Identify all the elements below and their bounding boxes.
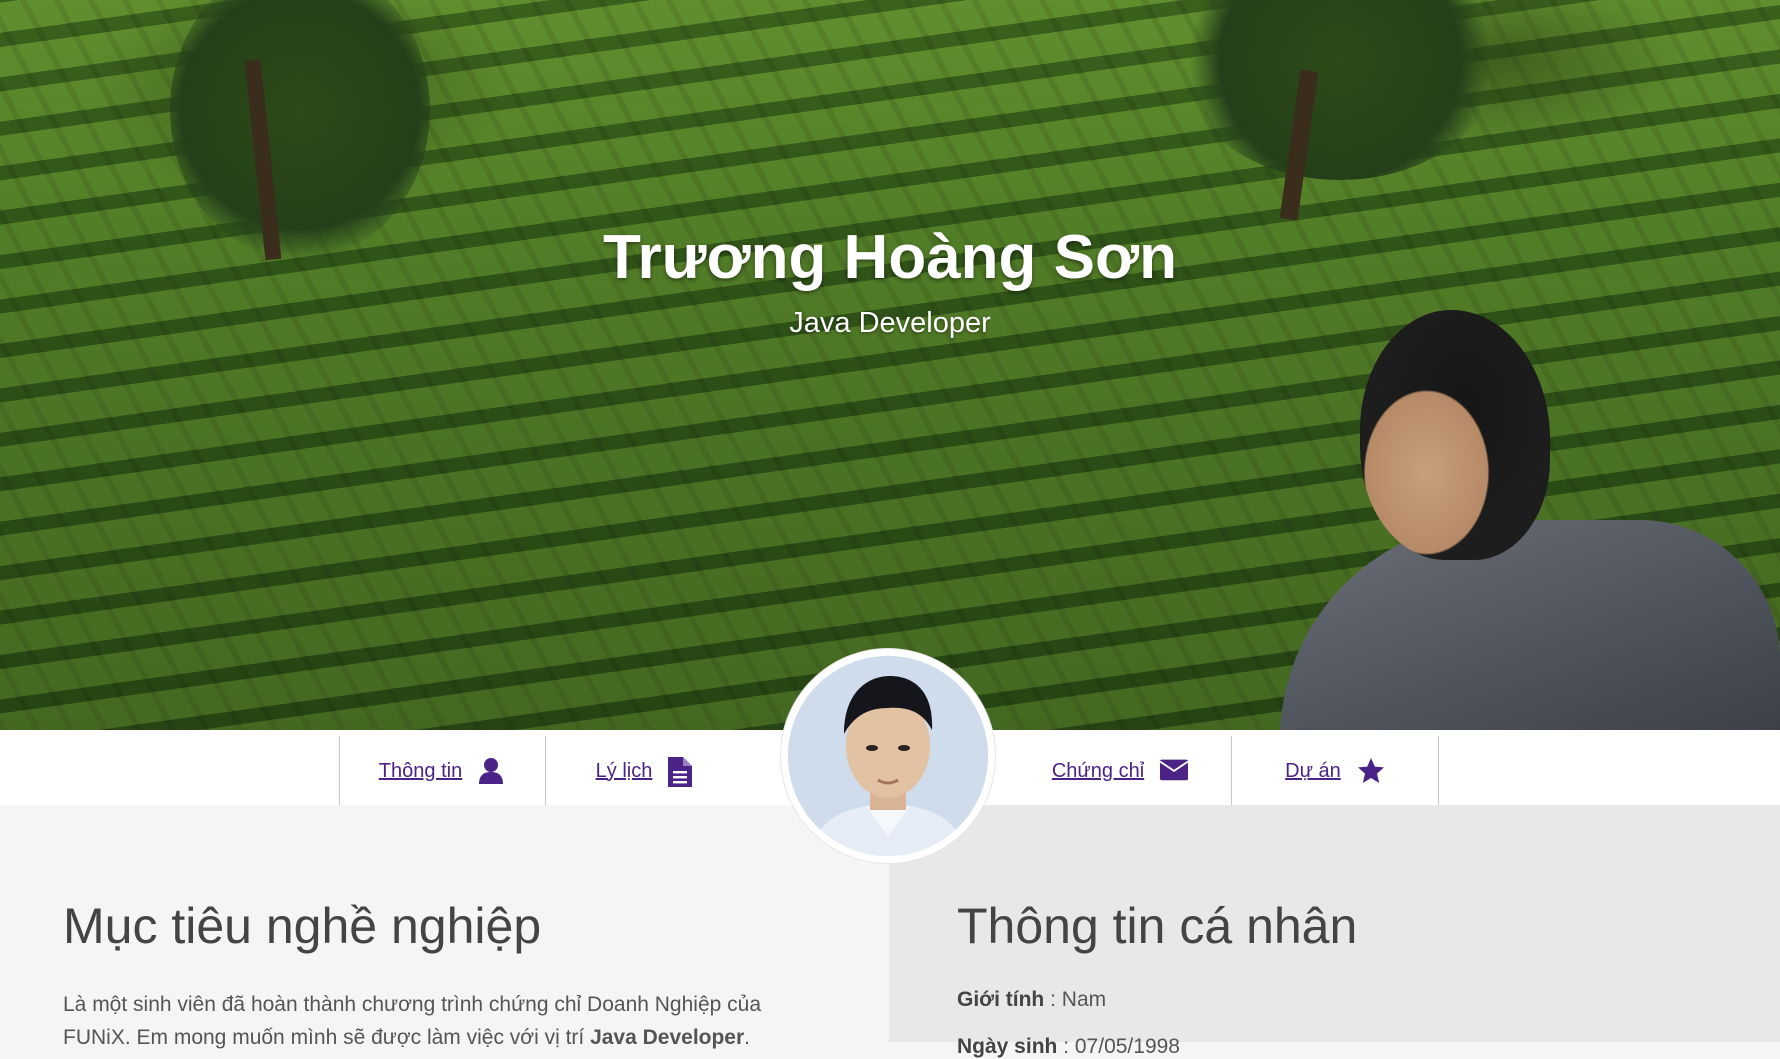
birthdate-label: Ngày sinh <box>957 1035 1058 1058</box>
personal-info-section: Thông tin cá nhân Giới tính : Nam Ngày s… <box>889 805 1780 1058</box>
envelope-icon <box>1160 757 1189 785</box>
nav-item-resume[interactable]: Lý lịch <box>546 736 746 806</box>
profile-avatar <box>781 649 995 863</box>
star-icon <box>1357 757 1385 785</box>
gender-value: Nam <box>1061 988 1107 1011</box>
nav-divider <box>1438 736 1439 806</box>
nav-item-info-label: Thông tin <box>378 759 463 782</box>
hero-person-figure <box>1270 310 1780 730</box>
gender-label: Giới tính <box>957 988 1045 1011</box>
user-icon <box>478 757 506 785</box>
nav-item-info[interactable]: Thông tin <box>340 736 545 806</box>
profile-name: Trương Hoàng Sơn <box>603 223 1177 292</box>
gender-row: Giới tính : Nam <box>957 988 1107 1011</box>
career-objective-heading: Mục tiêu nghề nghiệp <box>63 898 542 954</box>
birthdate-value: 07/05/1998 <box>1074 1035 1180 1058</box>
hero-banner: Trương Hoàng Sơn Java Developer <box>0 0 1780 730</box>
hero-tree-right <box>1180 0 1500 180</box>
document-icon <box>668 757 696 787</box>
nav-item-certificates[interactable]: Chứng chỉ <box>1010 736 1230 806</box>
avatar-photo <box>788 656 988 856</box>
career-highlight: Java Developer <box>590 1026 745 1049</box>
hero-person-jacket <box>1280 520 1780 730</box>
birthdate-row: Ngày sinh : 07/05/1998 <box>957 1035 1180 1058</box>
nav-item-resume-label: Lý lịch <box>595 759 653 782</box>
nav-item-certificates-label: Chứng chỉ <box>1051 759 1145 782</box>
hero-tree-left <box>170 0 430 260</box>
profile-job-title: Java Developer <box>789 307 991 339</box>
career-text-end: . <box>744 1026 751 1049</box>
nav-item-projects-label: Dự án <box>1285 759 1341 782</box>
career-objective-section: Mục tiêu nghề nghiệp Là một sinh viên đã… <box>0 805 889 1049</box>
hero-person-head <box>1360 310 1550 560</box>
nav-item-projects[interactable]: Dự án <box>1232 736 1438 806</box>
personal-info-heading: Thông tin cá nhân <box>957 898 1358 954</box>
career-objective-text: Là một sinh viên đã hoàn thành chương tr… <box>63 988 823 1054</box>
